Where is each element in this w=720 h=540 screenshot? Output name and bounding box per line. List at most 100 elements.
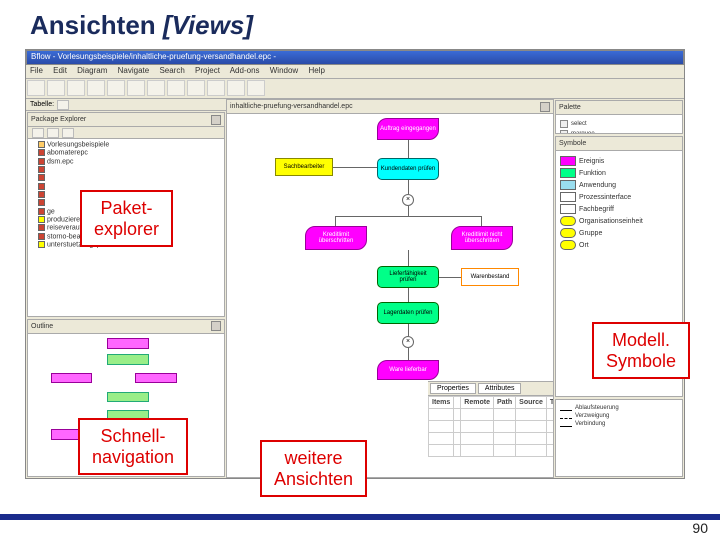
file-icon [38, 158, 45, 165]
tab-properties[interactable]: Properties [430, 383, 476, 394]
diagram-edge [408, 324, 409, 336]
toolbar-button[interactable] [27, 80, 45, 96]
table-row [429, 445, 555, 457]
grid-header[interactable]: Source [516, 397, 547, 409]
menu-addons[interactable]: Add-ons [230, 66, 260, 75]
grid-header[interactable] [454, 397, 461, 409]
symbol-item[interactable]: Gruppe [560, 227, 678, 239]
toolbar-button[interactable] [57, 100, 69, 110]
diagram-edge [408, 140, 409, 158]
toolbar-button[interactable] [107, 80, 125, 96]
symbol-item[interactable]: Anwendung [560, 179, 678, 191]
palette-header[interactable]: Palette [556, 101, 682, 115]
tree-root: Vorlesungsbeispiele [30, 141, 222, 149]
menu-project[interactable]: Project [195, 66, 220, 75]
panel-button[interactable] [211, 321, 221, 331]
page-number: 90 [692, 520, 708, 536]
diagram-edge [439, 277, 461, 278]
menu-diagram[interactable]: Diagram [77, 66, 107, 75]
symbol-item[interactable]: Ereignis [560, 155, 678, 167]
editor-area[interactable]: inhaltliche-pruefung-versandhandel.epc A… [226, 99, 554, 478]
tab-attributes[interactable]: Attributes [478, 383, 522, 394]
diagram-edge [333, 167, 377, 168]
panel-button[interactable] [211, 115, 221, 125]
event-node[interactable]: Kreditlimit nicht überschritten [451, 226, 513, 250]
palette-item[interactable]: marquee [560, 129, 678, 133]
menu-window[interactable]: Window [270, 66, 298, 75]
event-node[interactable]: Kreditlimit überschritten [305, 226, 367, 250]
menu-edit[interactable]: Edit [53, 66, 67, 75]
tree-item: abomaterepc [30, 149, 222, 157]
toolbar-button[interactable] [167, 80, 185, 96]
symbol-item[interactable]: Ort [560, 239, 678, 251]
org-node[interactable]: Sachbearbeiter [275, 158, 333, 176]
conn-item[interactable]: Ablaufsteuerung [560, 404, 678, 412]
function-node[interactable]: Lieferfähigkeit prüfen [377, 266, 439, 288]
toolbar-button[interactable] [47, 80, 65, 96]
menu-search[interactable]: Search [159, 66, 184, 75]
function-node[interactable]: Kundendaten prüfen [377, 158, 439, 180]
diagram-edge [408, 250, 409, 266]
role-node[interactable]: Warenbestand [461, 268, 519, 286]
main-toolbar[interactable] [26, 79, 684, 99]
grid-header[interactable]: Items [429, 397, 454, 409]
marquee-icon [560, 130, 568, 133]
menubar[interactable]: File Edit Diagram Navigate Search Projec… [26, 65, 684, 79]
toolbar-button[interactable] [147, 80, 165, 96]
event-node[interactable]: Auftrag eingegangen [377, 118, 439, 140]
package-explorer-header[interactable]: Package Explorer [28, 113, 224, 127]
conn-item[interactable]: Verbindung [560, 420, 678, 428]
symbol-item[interactable]: Fachbegriff [560, 203, 678, 215]
link-icon [560, 426, 572, 427]
outline-title: Outline [31, 323, 53, 330]
toolbar-button[interactable] [247, 80, 265, 96]
bottom-tabs[interactable]: Properties Attributes [428, 382, 553, 396]
palette-body[interactable]: select marquee [556, 115, 682, 133]
symbol-item[interactable]: Funktion [560, 167, 678, 179]
pkg-toolbar[interactable] [28, 127, 224, 139]
file-icon [38, 241, 45, 248]
select-icon [560, 120, 568, 128]
properties-grid[interactable]: Items Remote Path Source Type [428, 396, 553, 477]
grid-header[interactable]: Path [493, 397, 515, 409]
symbols-header[interactable]: Symbole [556, 137, 682, 151]
arrow-icon [560, 410, 572, 411]
bottom-panes: Properties Attributes Items Remote Path … [428, 381, 553, 477]
group-swatch-icon [560, 228, 576, 238]
toolbar-button[interactable] [227, 80, 245, 96]
file-icon [38, 216, 45, 223]
toolbar-button[interactable] [62, 128, 74, 138]
xor-connector[interactable]: × [402, 336, 414, 348]
symbol-item[interactable]: Prozessinterface [560, 191, 678, 203]
toolbar-button[interactable] [207, 80, 225, 96]
tree-item [30, 174, 222, 182]
toolbar-button[interactable] [67, 80, 85, 96]
branch-icon [560, 418, 572, 419]
event-node[interactable]: Ware lieferbar [377, 360, 439, 380]
xor-connector[interactable]: × [402, 194, 414, 206]
toolbar-button[interactable] [187, 80, 205, 96]
symbol-item[interactable]: Organisationseinheit [560, 215, 678, 227]
toolbar-button[interactable] [127, 80, 145, 96]
grid-header[interactable]: Type [546, 397, 554, 409]
left-toolbar-label: Tabelle: [30, 101, 54, 108]
grid-table: Items Remote Path Source Type [428, 396, 554, 457]
menu-help[interactable]: Help [308, 66, 324, 75]
toolbar-button[interactable] [87, 80, 105, 96]
right-column: Palette select marquee Symbole Ereignis … [554, 99, 684, 478]
outline-header[interactable]: Outline [28, 320, 224, 334]
folder-icon [38, 141, 45, 148]
toolbar-button[interactable] [32, 128, 44, 138]
file-icon [38, 233, 45, 240]
menu-navigate[interactable]: Navigate [118, 66, 150, 75]
left-toolbar[interactable]: Tabelle: [26, 99, 226, 111]
diagram-edge [408, 180, 409, 194]
grid-header[interactable]: Remote [461, 397, 494, 409]
conn-item[interactable]: Verzweigung [560, 412, 678, 420]
function-node[interactable]: Lagerdaten prüfen [377, 302, 439, 324]
connections-body[interactable]: Ablaufsteuerung Verzweigung Verbindung [556, 400, 682, 476]
toolbar-button[interactable] [47, 128, 59, 138]
palette-item[interactable]: select [560, 119, 678, 129]
menu-file[interactable]: File [30, 66, 43, 75]
file-icon [38, 208, 45, 215]
